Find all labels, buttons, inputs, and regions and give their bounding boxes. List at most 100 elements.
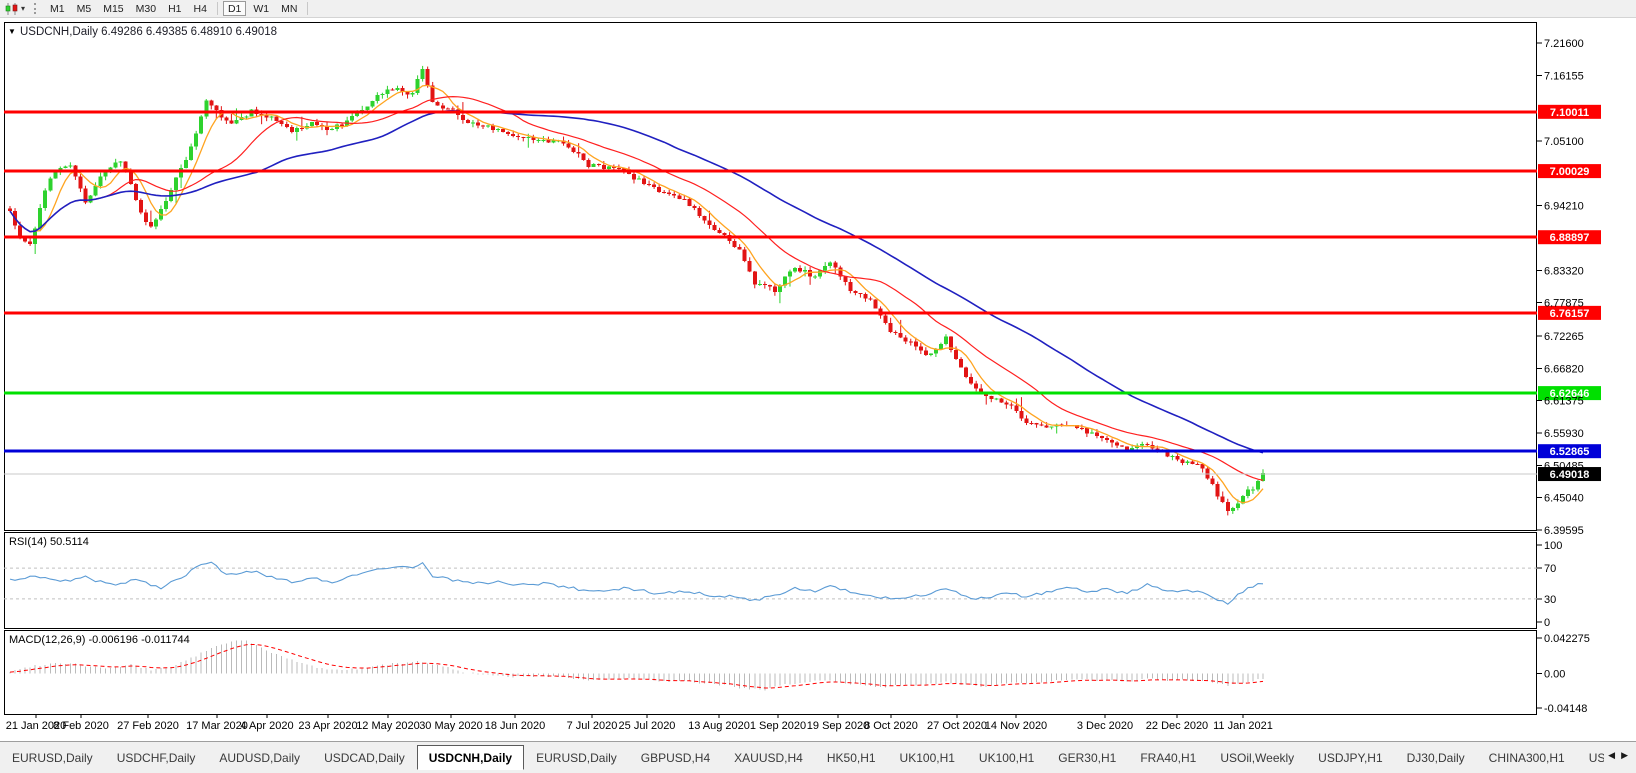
tab-uk100-h1[interactable]: UK100,H1 bbox=[967, 745, 1046, 770]
x-axis-label: 8 Oct 2020 bbox=[864, 720, 918, 732]
x-axis-label: 8 Feb 2020 bbox=[53, 720, 109, 732]
tab-xauusd-h4[interactable]: XAUUSD,H4 bbox=[722, 745, 815, 770]
price-level-label: 6.88897 bbox=[1550, 232, 1590, 244]
rsi-indicator-label: RSI(14) 50.5114 bbox=[9, 536, 89, 548]
x-axis-label: 7 Jul 2020 bbox=[567, 720, 618, 732]
chart-collapse-marker[interactable]: ▼ bbox=[8, 27, 16, 36]
candle bbox=[1205, 466, 1210, 480]
rsi-axis-label: 0 bbox=[1544, 617, 1550, 629]
tab-hk50-h1[interactable]: HK50,H1 bbox=[815, 745, 888, 770]
x-axis-label: 23 Apr 2020 bbox=[298, 720, 357, 732]
candle bbox=[581, 153, 586, 161]
candle bbox=[873, 299, 878, 309]
candle bbox=[274, 116, 279, 122]
x-axis-label: 27 Oct 2020 bbox=[927, 720, 987, 732]
rsi-axis-label: 30 bbox=[1544, 594, 1556, 606]
tab-usdchf-daily[interactable]: USDCHF,Daily bbox=[105, 745, 208, 770]
x-axis-label: 19 Sep 2020 bbox=[807, 720, 869, 732]
symbol-tab-bar: EURUSD,Daily USDCHF,Daily AUDUSD,Daily USDC… bbox=[0, 741, 1636, 773]
tabs-scroll-left-button[interactable]: ◀ bbox=[1608, 751, 1615, 760]
toolbar-separator bbox=[216, 2, 218, 15]
timeframe-button-w1[interactable]: W1 bbox=[248, 1, 274, 16]
tab-eurusd-daily[interactable]: EURUSD,Daily bbox=[0, 745, 105, 770]
candle bbox=[199, 115, 204, 135]
chart-area[interactable]: 7.100117.000296.888976.761576.626466.528… bbox=[0, 18, 1636, 741]
y-axis-label: 6.50485 bbox=[1544, 460, 1584, 472]
price-level-label: 7.00029 bbox=[1550, 166, 1590, 178]
timeframe-button-mn[interactable]: MN bbox=[276, 1, 302, 16]
x-axis-label: 25 Jul 2020 bbox=[619, 720, 676, 732]
tab-eurusd-daily[interactable]: EURUSD,Daily bbox=[524, 745, 629, 770]
tab-usoil-weekly[interactable]: USOil,Weekly bbox=[1208, 745, 1306, 770]
candle bbox=[949, 336, 954, 353]
chart-window: 7.10011 7.00029 6.88897 6.76157 6.62646 6.528… bbox=[0, 18, 1636, 741]
x-axis-label: 12 May 2020 bbox=[356, 720, 420, 732]
macd-axis-label: -0.04148 bbox=[1544, 703, 1587, 715]
x-axis-label: 1 Sep 2020 bbox=[750, 720, 806, 732]
tab-usoil[interactable]: USOil, bbox=[1577, 745, 1604, 770]
candlestick-chart-icon bbox=[5, 2, 18, 15]
y-axis-label: 6.55930 bbox=[1544, 428, 1584, 440]
tabs-scroll-right-button[interactable]: ▶ bbox=[1621, 751, 1628, 760]
x-axis-label: 18 Jun 2020 bbox=[485, 720, 546, 732]
tab-usdcad-daily[interactable]: USDCAD,Daily bbox=[312, 745, 417, 770]
price-level-label: 7.10011 bbox=[1550, 107, 1589, 119]
timeframe-button-m30[interactable]: M30 bbox=[131, 1, 161, 16]
main-pane bbox=[4, 22, 1537, 531]
tab-gbpusd-h4[interactable]: GBPUSD,H4 bbox=[629, 745, 722, 770]
y-axis-label: 7.21600 bbox=[1544, 38, 1584, 50]
chart-type-button[interactable]: ▾ bbox=[2, 1, 28, 17]
macd-axis-label: 0.042275 bbox=[1544, 633, 1590, 645]
y-axis-label: 6.61375 bbox=[1544, 396, 1584, 408]
symbol-tabs: EURUSD,Daily USDCHF,Daily AUDUSD,Daily USDC… bbox=[0, 745, 1604, 770]
y-axis-label: 7.05100 bbox=[1544, 136, 1584, 148]
tab-dj30-daily[interactable]: DJ30,Daily bbox=[1395, 745, 1477, 770]
macd-axis-label: 0.00 bbox=[1544, 668, 1565, 680]
timeframe-button-group: M1 M5 M15 M30 H1 H4 D1 W1 MN bbox=[44, 0, 303, 18]
x-axis-label: 4 Apr 2020 bbox=[240, 720, 293, 732]
toolbar-drag-handle[interactable] bbox=[34, 3, 39, 14]
y-axis-label: 6.94210 bbox=[1544, 201, 1584, 213]
y-axis-label: 6.77875 bbox=[1544, 298, 1584, 310]
candle bbox=[43, 188, 48, 211]
x-axis-label: 30 May 2020 bbox=[419, 720, 483, 732]
x-axis-label: 13 Aug 2020 bbox=[688, 720, 750, 732]
x-axis-label: 14 Nov 2020 bbox=[985, 720, 1047, 732]
y-axis-label: 6.39595 bbox=[1544, 525, 1584, 537]
toolbar-separator bbox=[307, 2, 309, 15]
tab-usdjpy-h1[interactable]: USDJPY,H1 bbox=[1306, 745, 1394, 770]
chevron-down-icon: ▾ bbox=[21, 3, 26, 13]
rsi-pane bbox=[4, 532, 1537, 629]
y-axis-label: 6.66820 bbox=[1544, 363, 1584, 375]
tab-usdcnh-daily[interactable]: USDCNH,Daily bbox=[416, 745, 525, 770]
timeframe-button-m1[interactable]: M1 bbox=[45, 1, 70, 16]
y-axis-label: 7.16155 bbox=[1544, 70, 1584, 82]
x-axis-label: 3 Dec 2020 bbox=[1077, 720, 1133, 732]
candle bbox=[138, 198, 143, 215]
tab-ger30-h1[interactable]: GER30,H1 bbox=[1046, 745, 1128, 770]
chart-title: USDCNH,Daily 6.49286 6.49385 6.48910 6.4… bbox=[20, 26, 277, 38]
rsi-axis-label: 70 bbox=[1544, 563, 1556, 575]
y-axis-label: 6.83320 bbox=[1544, 265, 1584, 277]
tab-fra40-h1[interactable]: FRA40,H1 bbox=[1128, 745, 1208, 770]
timeframe-button-m15[interactable]: M15 bbox=[98, 1, 128, 16]
macd-pane bbox=[4, 630, 1537, 715]
y-axis-label: 6.72265 bbox=[1544, 331, 1584, 343]
tab-audusd-daily[interactable]: AUDUSD,Daily bbox=[207, 745, 312, 770]
timeframe-button-h4[interactable]: H4 bbox=[189, 1, 212, 16]
candle bbox=[425, 66, 430, 88]
tab-china300-h1[interactable]: CHINA300,H1 bbox=[1477, 745, 1577, 770]
x-axis-label: 27 Feb 2020 bbox=[117, 720, 179, 732]
tab-uk100-h1[interactable]: UK100,H1 bbox=[888, 745, 967, 770]
candle bbox=[48, 176, 53, 192]
x-axis-label: 22 Dec 2020 bbox=[1146, 720, 1208, 732]
timeframe-button-d1[interactable]: D1 bbox=[222, 1, 247, 16]
timeframe-toolbar: ▾ M1 M5 M15 M30 H1 H4 D1 W1 MN bbox=[0, 0, 1636, 18]
timeframe-button-h1[interactable]: H1 bbox=[163, 1, 186, 16]
timeframe-button-m5[interactable]: M5 bbox=[72, 1, 97, 16]
x-axis-label: 11 Jan 2021 bbox=[1213, 720, 1273, 732]
candle bbox=[964, 366, 969, 379]
price-level-label: 6.52865 bbox=[1550, 446, 1590, 458]
x-axis-label: 17 Mar 2020 bbox=[186, 720, 248, 732]
tab-scroll-buttons: ◀ ▶ bbox=[1604, 742, 1636, 773]
